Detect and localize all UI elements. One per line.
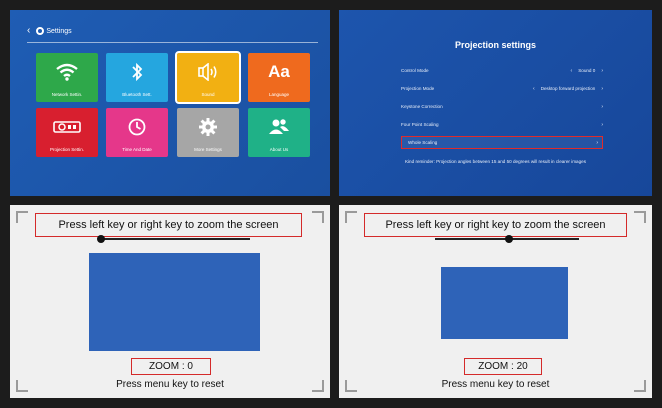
- zoom-screen-20: Press left key or right key to zoom the …: [339, 205, 652, 398]
- gear-icon: [177, 116, 239, 138]
- zoom-instruction: Press left key or right key to zoom the …: [364, 213, 627, 237]
- zoom-value-label: ZOOM : 20: [464, 358, 542, 375]
- row-label: Projection Mode: [401, 86, 435, 91]
- tile-label: Language: [268, 92, 290, 97]
- left-arrow-icon[interactable]: ‹: [571, 68, 573, 74]
- row-control-mode[interactable]: Control Mode ‹ Sound 0 ›: [401, 64, 603, 77]
- wifi-icon: [36, 61, 98, 83]
- zoom-screen-0: Press left key or right key to zoom the …: [10, 205, 330, 398]
- back-arrow-icon[interactable]: ‹: [27, 26, 30, 36]
- row-four-point-scaling[interactable]: Four Point Scaling ›: [401, 118, 603, 131]
- text-aa-icon: Aa: [268, 62, 290, 81]
- chevron-right-icon: ›: [601, 103, 603, 110]
- settings-menu-screen: ‹ Settings Network Settin. Bluetooth Set…: [10, 10, 330, 196]
- row-label: Keystone Correction: [401, 104, 443, 109]
- tile-language[interactable]: Aa Language: [248, 53, 310, 102]
- speaker-icon: [177, 61, 239, 83]
- row-keystone-correction[interactable]: Keystone Correction ›: [401, 100, 603, 113]
- tile-label: About Us: [269, 147, 289, 152]
- users-icon: [248, 116, 310, 138]
- zoom-slider-track[interactable]: [100, 238, 250, 240]
- tile-more-settings[interactable]: More Settings: [177, 108, 239, 157]
- clock-icon: [106, 116, 168, 138]
- chevron-right-icon: ›: [596, 139, 598, 146]
- tile-sound[interactable]: Sound: [175, 51, 241, 104]
- right-arrow-icon[interactable]: ›: [601, 86, 603, 92]
- tile-projection-settings[interactable]: Projection Settin.: [36, 108, 98, 157]
- corner-marker: [16, 211, 28, 223]
- bluetooth-icon: [106, 61, 168, 83]
- reset-hint: Press menu key to reset: [441, 379, 550, 390]
- row-label: Whole Scaling: [408, 140, 438, 145]
- settings-gear-icon: [36, 27, 45, 35]
- tile-label: Network Settin.: [51, 92, 83, 97]
- tile-time-and-date[interactable]: Time And Date: [106, 108, 168, 157]
- chevron-right-icon: ›: [601, 121, 603, 128]
- tile-label: More Settings: [194, 147, 222, 152]
- right-arrow-icon[interactable]: ›: [601, 68, 603, 74]
- corner-marker: [634, 211, 646, 223]
- zoom-value-label: ZOOM : 0: [131, 358, 211, 375]
- corner-marker: [312, 211, 324, 223]
- row-value: Desktop forward projection: [540, 86, 596, 91]
- row-value: Sound 0: [578, 68, 596, 73]
- zoom-instruction: Press left key or right key to zoom the …: [35, 213, 302, 237]
- zoom-slider-thumb[interactable]: [97, 235, 105, 243]
- settings-title: Settings: [46, 27, 72, 35]
- projection-preview: [89, 253, 260, 351]
- tile-label: Projection Settin.: [49, 147, 85, 152]
- row-label: Four Point Scaling: [401, 122, 439, 127]
- left-arrow-icon[interactable]: ‹: [533, 86, 535, 92]
- tile-label: Bluetooth Sett.: [122, 92, 152, 97]
- projector-icon: [36, 116, 98, 138]
- reset-hint: Press menu key to reset: [116, 379, 224, 390]
- header-divider: [27, 42, 318, 43]
- projection-settings-title: Projection settings: [454, 40, 536, 50]
- tile-network-settings[interactable]: Network Settin.: [36, 53, 98, 102]
- settings-header: ‹ Settings: [27, 25, 72, 37]
- row-projection-mode[interactable]: Projection Mode ‹ Desktop forward projec…: [401, 82, 603, 95]
- zoom-slider-thumb[interactable]: [505, 235, 513, 243]
- tile-about-us[interactable]: About Us: [248, 108, 310, 157]
- corner-marker: [345, 211, 357, 223]
- row-whole-scaling[interactable]: Whole Scaling ›: [401, 136, 603, 149]
- tile-label: Sound: [201, 92, 215, 97]
- projection-settings-screen: Projection settings Control Mode ‹ Sound…: [339, 10, 652, 196]
- projection-preview: [441, 267, 568, 339]
- kind-reminder-note: Kind reminder: Projection angles between…: [404, 159, 587, 164]
- tile-label: Time And Date: [122, 147, 152, 152]
- tile-bluetooth-settings[interactable]: Bluetooth Sett.: [106, 53, 168, 102]
- row-label: Control Mode: [401, 68, 429, 73]
